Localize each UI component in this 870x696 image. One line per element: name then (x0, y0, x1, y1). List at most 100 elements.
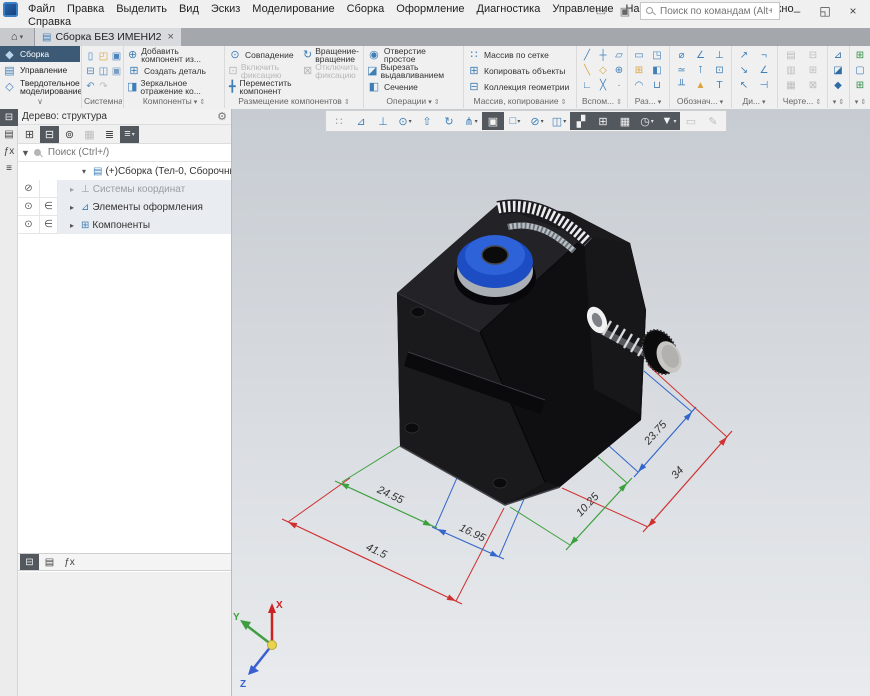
geometry-collection-button[interactable]: ⊟ Коллекция геометрии (467, 79, 573, 94)
menu-item-0[interactable]: Справка (22, 16, 77, 28)
annot-angle-icon[interactable]: ∠ (691, 48, 710, 63)
save-as-icon[interactable]: ▣ (110, 64, 123, 79)
expand-open-icon[interactable]: ▾ (82, 167, 90, 176)
dropdown-caret-icon[interactable]: ▾ (409, 118, 412, 125)
print-icon[interactable]: ⊟ (84, 64, 97, 79)
minimize-button[interactable]: – (786, 4, 808, 18)
filter-icon[interactable]: ▼ (21, 148, 30, 158)
aux-axis-icon[interactable]: ╲ (579, 63, 595, 78)
projection-mode-icon[interactable]: ◫▾ (548, 112, 570, 130)
tree-composition-view-icon[interactable]: ⊟ (40, 126, 59, 143)
snapshot-icon[interactable]: ▦ (614, 112, 636, 130)
menu-item-1[interactable]: Правка (61, 2, 110, 16)
orientation-triad-icon[interactable]: ⋔▾ (460, 112, 482, 130)
dim-ordinate-icon[interactable]: ⊣ (754, 78, 774, 93)
tree-relations-view-icon[interactable]: ⊚ (60, 126, 79, 143)
new-document-icon[interactable]: ▯ (84, 49, 97, 64)
menu-item-5[interactable]: Моделирование (246, 2, 340, 16)
copy-objects-button[interactable]: ⊞ Копировать объекты (467, 63, 573, 78)
tree-row-components[interactable]: ⊙ ∈ ▸ ⊞ Компоненты (18, 216, 231, 234)
command-search[interactable] (640, 2, 780, 20)
tab-variables-icon[interactable]: ƒx (60, 554, 79, 570)
close-button[interactable]: × (842, 4, 864, 18)
mode-solid-modeling[interactable]: ◇ Твердотельное моделирование (0, 78, 80, 95)
dim-linear-icon[interactable]: ↗ (734, 48, 754, 63)
menu-item-7[interactable]: Оформление (390, 2, 470, 16)
cut-extrude-button[interactable]: ◪ Вырезать выдавливанием (367, 63, 459, 78)
dim-angular-icon[interactable]: ∠ (754, 63, 774, 78)
layout-hole-icon[interactable]: ⊞ (630, 63, 648, 78)
mode-management[interactable]: ▤ Управление (0, 62, 80, 78)
tree-row-design-elements[interactable]: ⊙ ∈ ▸ ⊿ Элементы оформления (18, 198, 231, 216)
layout-slot-icon[interactable]: ⊔ (648, 78, 666, 93)
print-preview-icon[interactable]: ◫ (97, 64, 110, 79)
coincidence-button[interactable]: ⊙ Совпадение (228, 47, 298, 62)
aux-control-point-icon[interactable]: ⊕ (611, 63, 627, 78)
tree-row-assembly[interactable]: ▾ ▤ (+)Сборка (Тел-0, Сборочных единиц- (18, 162, 231, 180)
new-window-icon[interactable]: ▭ (592, 5, 610, 18)
tree-display-options-icon[interactable]: ≡▾ (120, 126, 139, 143)
annot-datum-icon[interactable]: ⊺ (691, 63, 710, 78)
dim-radial-icon[interactable]: ↘ (734, 63, 754, 78)
dropdown-caret-icon[interactable]: ▾ (132, 131, 135, 138)
dropdown-caret-icon[interactable]: ▾ (673, 118, 676, 125)
menu-item-2[interactable]: Выделить (110, 2, 173, 16)
save-icon[interactable]: ▣ (110, 49, 123, 64)
grid-array-button[interactable]: ∷ Массив по сетке (467, 47, 573, 62)
aux-dot-icon[interactable]: · (611, 78, 627, 93)
undo-icon[interactable]: ↶ (84, 79, 97, 94)
open-document-icon[interactable]: ◰ (97, 49, 110, 64)
panel-tree-icon[interactable]: ⊟ (0, 109, 18, 126)
aux-crossing-icon[interactable]: ╳ (595, 78, 611, 93)
panel-variables-icon[interactable]: ƒx (0, 143, 18, 160)
clip-box-icon[interactable]: ⊞ (592, 112, 614, 130)
dropdown-caret-icon[interactable]: ▾ (651, 118, 654, 125)
membership-icon[interactable]: ∈ (40, 198, 58, 216)
tab-close-icon[interactable]: × (168, 31, 174, 43)
mode-assembly[interactable]: ◆ Сборка (0, 46, 80, 62)
selection-frame-icon[interactable]: ▢ (851, 63, 869, 78)
zoom-icon[interactable]: ⊙▾ (394, 112, 416, 130)
solid-feature-icon[interactable]: ⊿ (829, 48, 847, 63)
menu-item-3[interactable]: Вид (173, 2, 205, 16)
annot-roughness-icon[interactable]: ≃ (672, 63, 691, 78)
dropdown-caret-icon[interactable]: ▾ (475, 118, 478, 125)
rotate-view-icon[interactable]: ↻ (438, 112, 460, 130)
tab-parameters-icon[interactable]: ▤ (40, 554, 59, 570)
body-feature-icon[interactable]: ◆ (829, 78, 847, 93)
menu-item-8[interactable]: Диагностика (471, 2, 547, 16)
expand-closed-icon[interactable]: ▸ (70, 203, 78, 212)
dim-chain-icon[interactable]: ↖ (734, 78, 754, 93)
rotation-rotation-button[interactable]: ↻ Вращение-вращение (303, 47, 361, 62)
layout-plate-icon[interactable]: ▭ (630, 48, 648, 63)
dropdown-caret-icon[interactable]: ▾ (563, 118, 566, 125)
create-part-button[interactable]: ⊞ Создать деталь (127, 63, 221, 78)
gear-icon[interactable]: ⚙ (217, 110, 227, 123)
tree-search[interactable]: ▼ (18, 144, 231, 162)
section-display-icon[interactable]: ▞ (570, 112, 592, 130)
panel-parameters-icon[interactable]: ▤ (0, 126, 18, 143)
section-button[interactable]: ◧ Сечение (367, 79, 459, 94)
annot-diameter-icon[interactable]: ⌀ (672, 48, 691, 63)
viewport-canvas[interactable]: 24.55 16.95 41.5 10.25 23.75 34 (232, 109, 870, 696)
tab-tree-icon[interactable]: ⊟ (20, 554, 39, 570)
coordinate-corner-icon[interactable]: ⊿ (350, 112, 372, 130)
aux-spiral-icon[interactable]: ∟ (579, 78, 595, 93)
app-logo-icon[interactable] (3, 2, 18, 17)
add-component-button[interactable]: ⊕ Добавить компонент из... (127, 47, 221, 62)
tree-search-input[interactable] (46, 146, 231, 159)
ribbon-collapse-chevron[interactable]: ∨ (0, 95, 80, 108)
move-component-button[interactable]: ╋ Переместить компонент (228, 79, 298, 94)
filter-icon[interactable]: ▼▾ (658, 112, 680, 130)
dropdown-caret-icon[interactable]: ▾ (517, 118, 520, 125)
shaded-display-icon[interactable]: ▣ (482, 112, 504, 130)
annot-tolerance-icon[interactable]: ⊡ (710, 63, 729, 78)
dim-leader-icon[interactable]: ¬ (754, 48, 774, 63)
panel-menu-icon[interactable]: ≡ (0, 160, 18, 177)
measure-icon[interactable]: ◷▾ (636, 112, 658, 130)
expand-closed-icon[interactable]: ▸ (70, 185, 78, 194)
orientation-icon[interactable]: ⇧ (416, 112, 438, 130)
annot-base-icon[interactable]: ╨ (672, 78, 691, 93)
viewport[interactable]: ∷⊿⊥⊙▾⇧↻⋔▾▣□▾⊘▾◫▾▞⊞▦◷▾▼▾▭✎ (232, 109, 870, 696)
add-feature-icon[interactable]: ⊞ (851, 48, 869, 63)
